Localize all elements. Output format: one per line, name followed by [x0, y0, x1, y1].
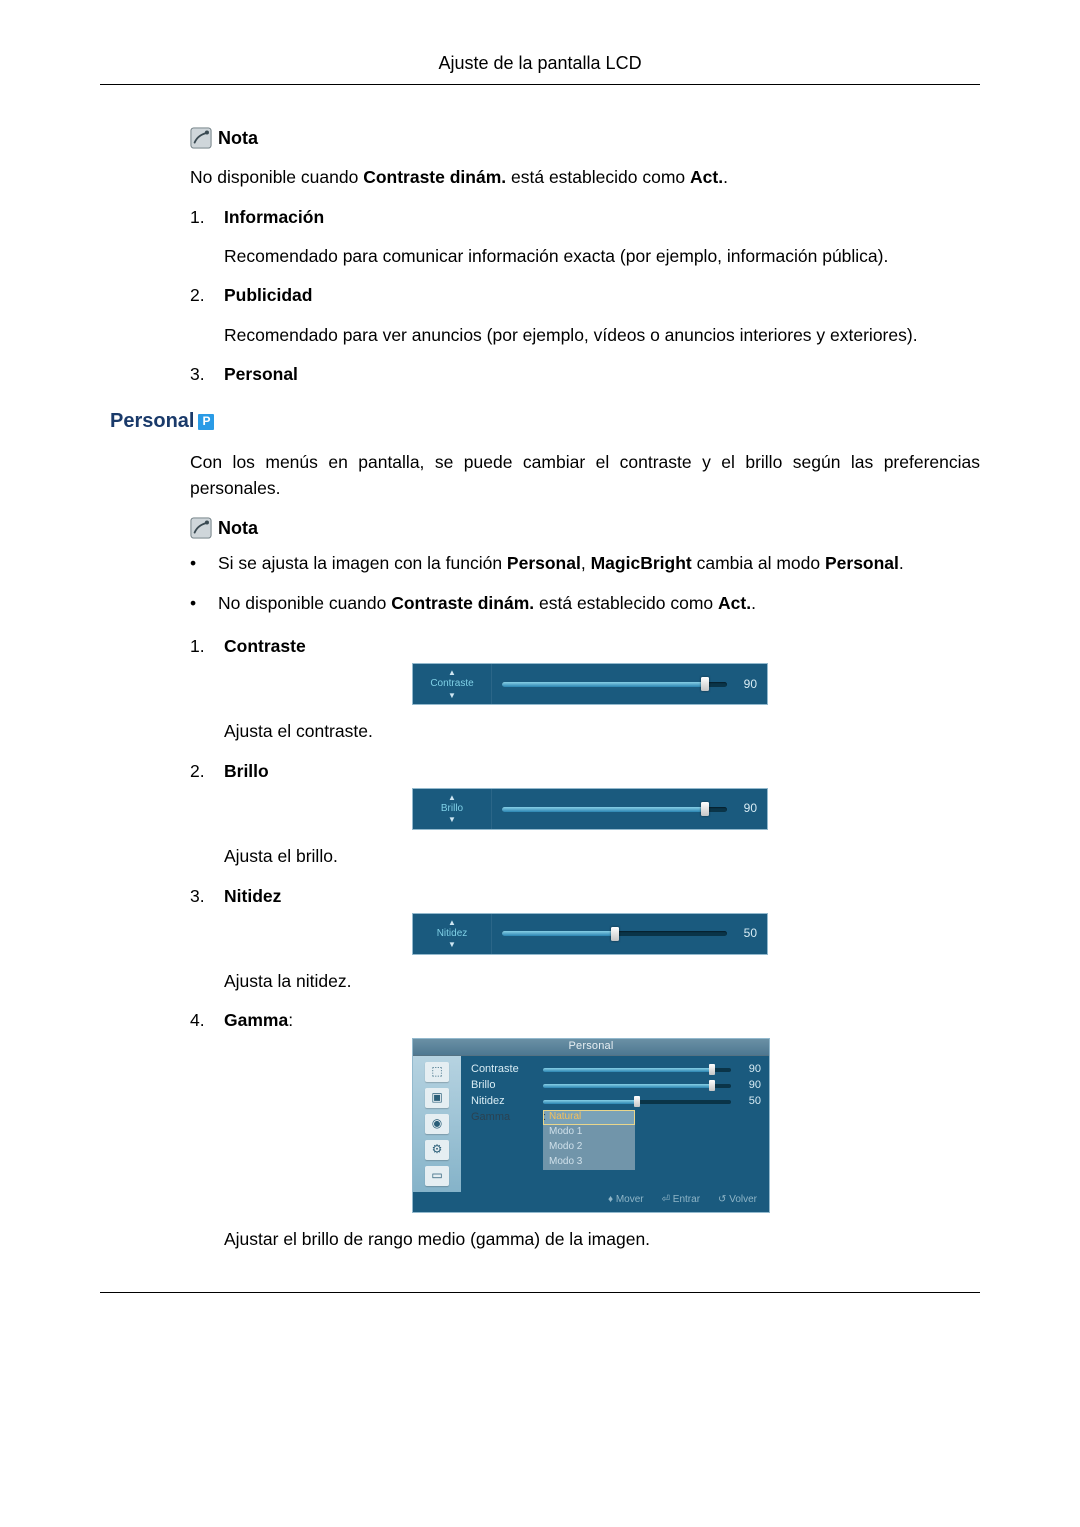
arrow-up-icon: ▲ — [448, 919, 456, 927]
setting-item-gamma: 4. Gamma: Personal ⬚ ▣ ◉ ⚙ ▭ — [190, 1008, 980, 1252]
bullet-item: • No disponible cuando Contraste dinám. … — [190, 591, 980, 616]
footer-back: ↺ Volver — [718, 1193, 757, 1208]
bullet-item: • Si se ajusta la imagen con la función … — [190, 551, 980, 576]
mode-item: 3. Personal — [190, 362, 980, 387]
note-row: Nota — [190, 515, 980, 541]
gamma-option-modo3[interactable]: Modo 3 — [543, 1155, 635, 1170]
note-label: Nota — [218, 515, 258, 541]
setting-item-nitidez: 3. Nitidez ▲ Nitidez ▼ — [190, 884, 980, 995]
setting-item-contraste: 1. Contraste ▲ Contraste ▼ — [190, 634, 980, 745]
menu-icon[interactable]: ◉ — [425, 1114, 449, 1134]
gamma-option-natural[interactable]: Natural — [543, 1110, 635, 1125]
slider-thumb[interactable] — [701, 677, 709, 691]
note-row: Nota — [190, 125, 980, 151]
note-1-text: No disponible cuando Contraste dinám. es… — [190, 165, 980, 190]
setting-item-brillo: 2. Brillo ▲ Brillo ▼ — [190, 759, 980, 870]
personal-intro: Con los menús en pantalla, se puede camb… — [190, 450, 980, 501]
slider-thumb[interactable] — [611, 927, 619, 941]
note-label: Nota — [218, 125, 258, 151]
footer-move: ♦ Mover — [608, 1193, 644, 1208]
p-badge-icon: P — [198, 414, 214, 430]
osd-menu-title: Personal — [413, 1039, 769, 1056]
gamma-options: Natural Modo 1 Modo 2 Modo 3 — [543, 1110, 635, 1170]
menu-icon[interactable]: ⬚ — [425, 1062, 449, 1082]
osd-row-contraste[interactable]: Contraste 90 — [471, 1062, 761, 1078]
osd-footer: ♦ Mover ⏎ Entrar ↺ Volver — [413, 1192, 769, 1212]
osd-slider-contraste: ▲ Contraste ▼ 90 — [412, 663, 768, 705]
menu-icon[interactable]: ▭ — [425, 1166, 449, 1186]
osd-row-brillo[interactable]: Brillo 90 — [471, 1078, 761, 1094]
modes-list: 1. Información Recomendado para comunica… — [190, 205, 980, 388]
osd-slider-brillo: ▲ Brillo ▼ 90 — [412, 788, 768, 830]
menu-icon[interactable]: ⚙ — [425, 1140, 449, 1160]
footer-enter: ⏎ Entrar — [662, 1193, 700, 1208]
arrow-down-icon: ▼ — [448, 941, 456, 949]
slider-track[interactable] — [502, 682, 727, 687]
footer-rule — [100, 1292, 980, 1293]
section-heading-personal: Personal P — [110, 407, 980, 436]
arrow-down-icon: ▼ — [448, 816, 456, 824]
slider-thumb[interactable] — [701, 802, 709, 816]
slider-track[interactable] — [502, 931, 727, 936]
note-icon — [190, 127, 212, 149]
gamma-option-modo1[interactable]: Modo 1 — [543, 1125, 635, 1140]
osd-gamma-menu: Personal ⬚ ▣ ◉ ⚙ ▭ Contrast — [412, 1038, 770, 1213]
note-icon — [190, 517, 212, 539]
note-2-bullets: • Si se ajusta la imagen con la función … — [190, 551, 980, 616]
osd-icon-column: ⬚ ▣ ◉ ⚙ ▭ — [413, 1056, 461, 1192]
osd-slider-nitidez: ▲ Nitidez ▼ 50 — [412, 913, 768, 955]
arrow-down-icon: ▼ — [448, 692, 456, 700]
note-block-2: Nota — [190, 515, 980, 541]
page-header: Ajuste de la pantalla LCD — [100, 50, 980, 85]
arrow-up-icon: ▲ — [448, 669, 456, 677]
mode-item: 2. Publicidad Recomendado para ver anunc… — [190, 283, 980, 348]
menu-icon[interactable]: ▣ — [425, 1088, 449, 1108]
page: Ajuste de la pantalla LCD Nota No dispon… — [100, 0, 980, 1373]
note-block-1: Nota — [190, 125, 980, 151]
settings-list: 1. Contraste ▲ Contraste ▼ — [190, 634, 980, 1252]
osd-row-nitidez[interactable]: Nitidez 50 — [471, 1094, 761, 1110]
mode-item: 1. Información Recomendado para comunica… — [190, 205, 980, 270]
slider-track[interactable] — [502, 807, 727, 812]
arrow-up-icon: ▲ — [448, 794, 456, 802]
gamma-option-modo2[interactable]: Modo 2 — [543, 1140, 635, 1155]
content: Nota No disponible cuando Contraste diná… — [100, 125, 980, 1252]
